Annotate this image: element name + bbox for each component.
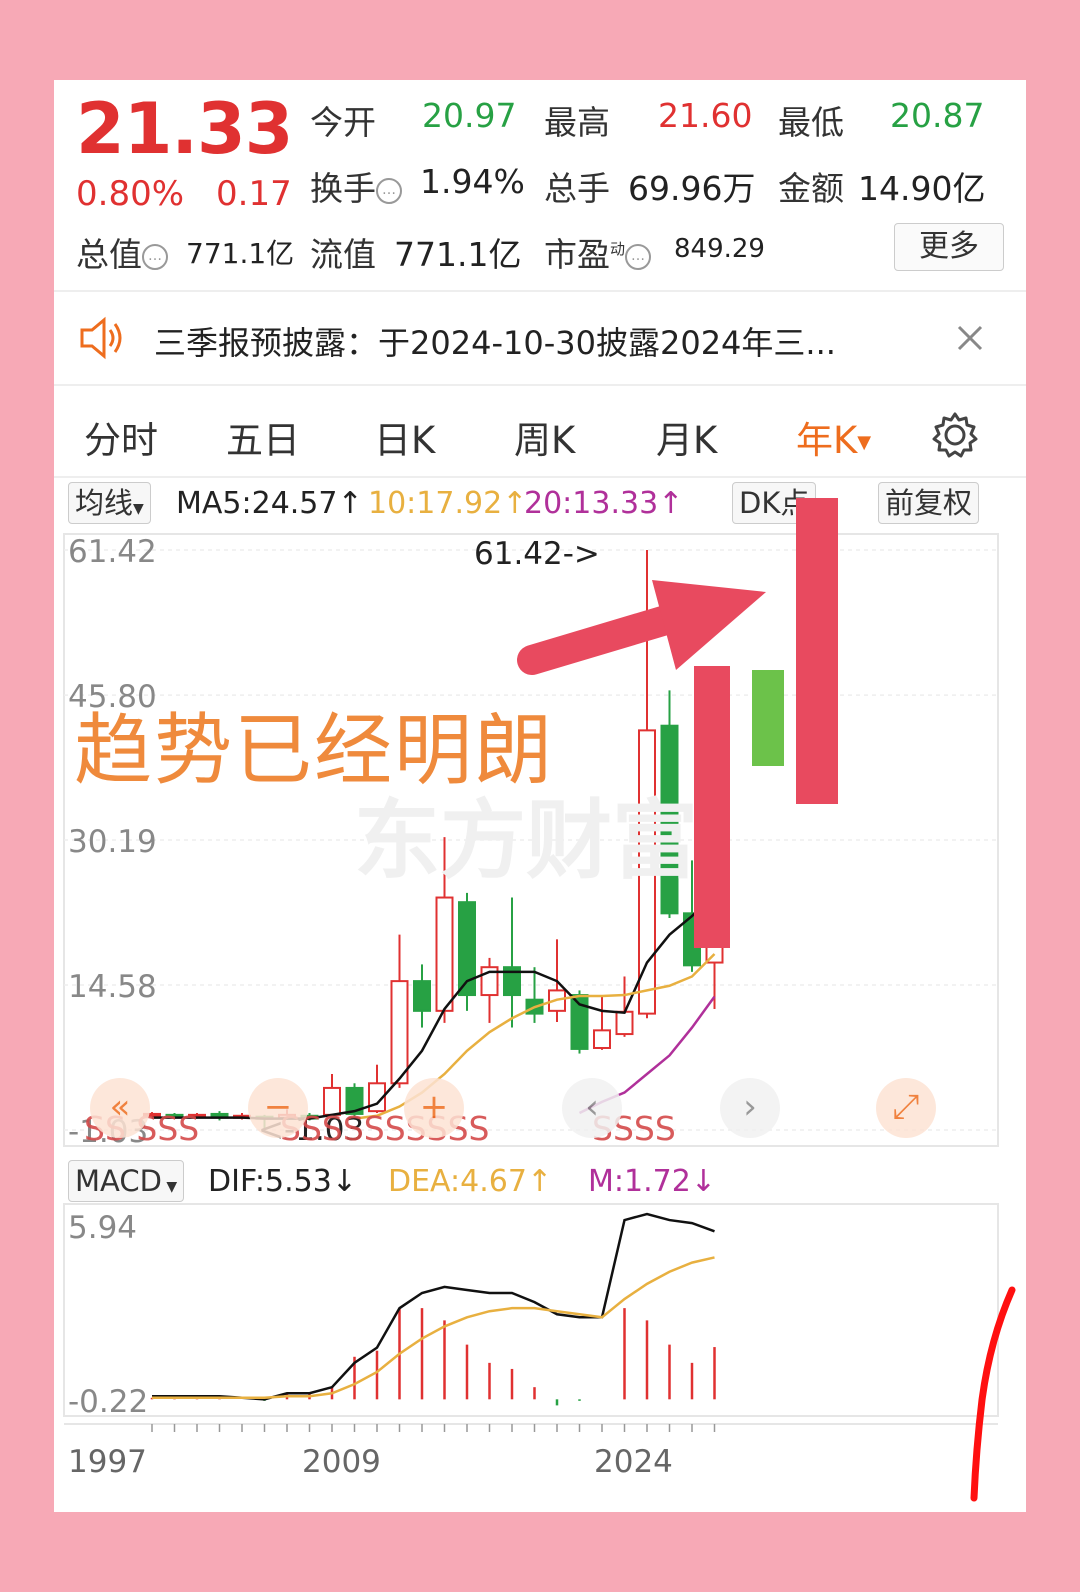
zoom-in-button[interactable]: + [404,1078,464,1138]
annotation-bar [796,498,838,804]
trend-arrow-head [652,580,766,670]
y-tick-label: 61.42 [68,534,157,570]
watermark: 东方财富 [354,791,698,891]
fullscreen-button[interactable]: ⤢ [876,1078,936,1138]
hand-drawn-mark [970,1286,1016,1502]
dea-value: DEA:4.67↑ [388,1164,553,1199]
overlay-title: 趋势已经明朗 [74,706,555,796]
candle-body [390,980,409,1085]
rewind-button[interactable]: « [90,1078,150,1138]
macd-indicator-row: MACD ▼ DIF:5.53↓ DEA:4.67↑ M:1.72↓ [68,1160,1012,1204]
m-value: M:1.72↓ [588,1164,716,1199]
next-button[interactable]: › [720,1078,780,1138]
macd-frame [63,1203,999,1417]
candle-body [615,1010,634,1036]
macd-y-tick: -0.22 [68,1384,148,1420]
dea-line [152,1256,715,1400]
y-tick-label: 14.58 [68,969,157,1005]
x-tick-label: 1997 [68,1444,147,1480]
max-marker: 61.42-> [474,536,600,572]
candle-body [435,896,454,1012]
macd-select[interactable]: MACD ▼ [68,1160,185,1202]
macd-y-tick: 5.94 [68,1210,137,1246]
zoom-out-button[interactable]: − [248,1078,308,1138]
candle-body [413,980,431,1012]
annotation-bar [752,670,784,766]
x-tick-label: 2024 [594,1444,673,1480]
dif-line [152,1212,715,1401]
prev-button[interactable]: ‹ [562,1078,622,1138]
stock-card: 21.33 0.80% 0.17 今开 20.97 最高 21.60 最低 20… [54,80,1026,1512]
trend-arrow-shaft [517,605,681,675]
annotation-bar [694,666,730,948]
y-tick-label: 30.19 [68,824,157,860]
x-tick-label: 2009 [302,1444,381,1480]
candle-body [593,1029,611,1049]
dif-value: DIF:5.53↓ [208,1164,357,1199]
